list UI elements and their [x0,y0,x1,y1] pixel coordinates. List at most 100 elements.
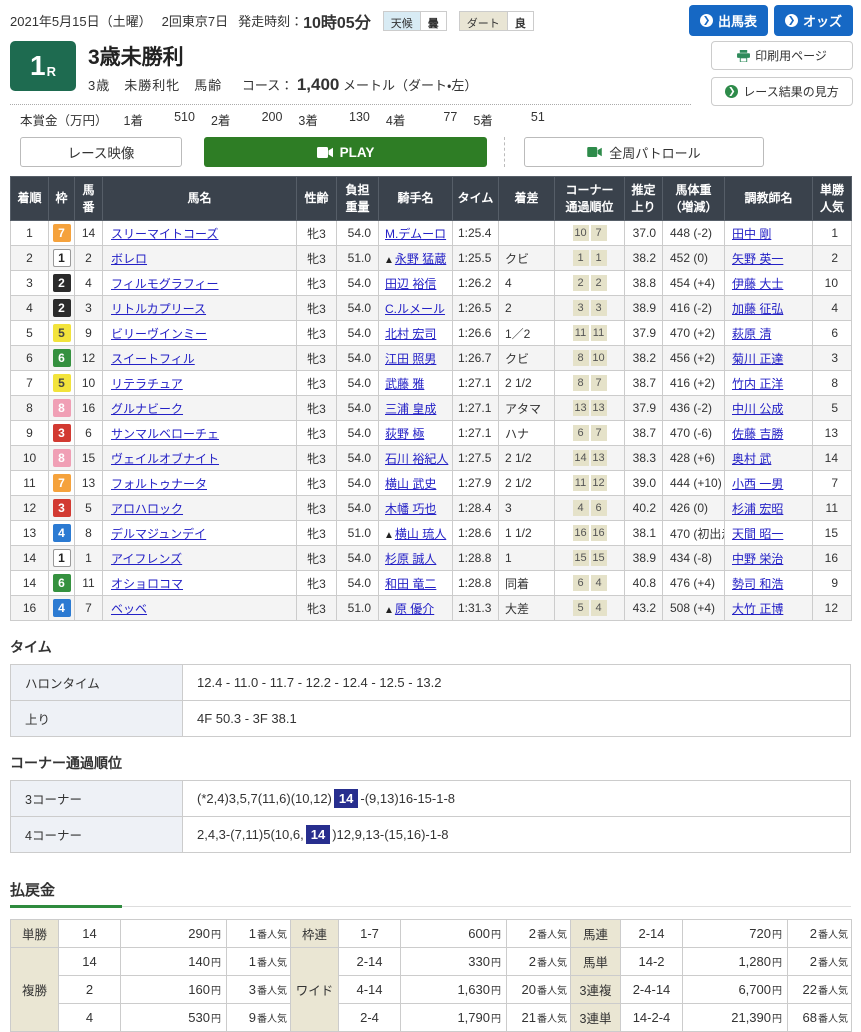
last-3f-time: 38.1 [625,521,663,546]
horse-name-link[interactable]: リテラチュア [111,377,183,391]
jockey-link[interactable]: 石川 裕紀人 [385,452,448,466]
horse-name-link[interactable]: スリーマイトコーズ [111,227,218,241]
margin: 大差 [499,596,555,621]
trainer-link[interactable]: 竹内 正洋 [732,377,783,391]
play-button[interactable]: PLAY [204,137,487,167]
horse-name-link[interactable]: オショロコマ [111,577,183,591]
jockey-link[interactable]: 木幡 巧也 [385,502,436,516]
horse-number: 11 [75,571,103,596]
frame-number-badge: 8 [53,449,71,467]
prize-item: 3着 130 [282,110,369,129]
corner4-position: 10 [591,350,607,366]
jockey-link[interactable]: 原 優介 [395,602,434,616]
corner4-position: 7 [591,225,607,241]
jockey-link[interactable]: 永野 猛蔵 [395,252,446,266]
horse-name-link[interactable]: ベッベ [111,602,147,616]
payout-combination: 14 [59,948,121,976]
finish-time: 1:27.1 [453,421,499,446]
horse-number: 15 [75,446,103,471]
finish-time: 1:27.9 [453,471,499,496]
jockey-link[interactable]: 杉原 誠人 [385,552,436,566]
jockey-link[interactable]: 田辺 裕信 [385,277,436,291]
horse-name-link[interactable]: スイートフィル [111,352,195,366]
horse-name-link[interactable]: フィルモグラフィー [111,277,219,291]
divider [10,906,851,909]
trainer-link[interactable]: 佐藤 吉勝 [732,427,783,441]
horse-name-link[interactable]: デルマジュンデイ [111,527,206,541]
result-row: 14 1 1 アイフレンズ 牝3 54.0 杉原 誠人 1:28.8 1 151… [11,546,852,571]
corner4-position: 7 [591,375,607,391]
trainer-link[interactable]: 杉浦 宏昭 [732,502,783,516]
prize-place: 2着 [211,110,230,129]
trainer-link[interactable]: 大竹 正博 [732,602,783,616]
trainer-link[interactable]: 矢野 英一 [732,252,783,266]
results-header-cell: 推定 上り [625,177,663,221]
jockey-link[interactable]: 横山 武史 [385,477,436,491]
margin: クビ [499,246,555,271]
print-page-button[interactable]: 印刷用ページ [711,41,853,70]
trainer-link[interactable]: 加藤 征弘 [732,302,783,316]
jockey-link[interactable]: 江田 照男 [385,352,436,366]
prize-amount: 510 [143,110,195,129]
horse-name-link[interactable]: アイフレンズ [111,552,182,566]
corner-order-table: 3コーナー (*2,4)3,5,7(11,6)(10,12)14-(9,13)1… [10,780,851,853]
sex-age: 牝3 [297,471,337,496]
payout-table: 単勝 14 290円 1番人気 枠連 1-7 600円 2番人気 馬連 2-14… [10,919,852,1032]
trainer-link[interactable]: 菊川 正達 [732,352,783,366]
jockey-link[interactable]: 横山 琉人 [395,527,446,541]
carried-weight: 54.0 [337,446,379,471]
corner-positions: 1616 [555,521,625,546]
jockey-link[interactable]: C.ルメール [385,302,445,316]
jockey-link[interactable]: 北村 宏司 [385,327,436,341]
entries-button[interactable]: ❯ 出馬表 [689,5,768,36]
odds-button[interactable]: ❯ オッズ [774,5,853,36]
horse-name-link[interactable]: ビリーヴインミー [111,327,207,341]
win-popularity: 14 [813,446,852,471]
last-up-value: 4F 50.3 - 3F 38.1 [183,701,851,737]
trainer-link[interactable]: 伊藤 大士 [732,277,783,291]
jockey-link[interactable]: 武藤 雅 [385,377,424,391]
horse-name-link[interactable]: フォルトゥナータ [111,477,207,491]
corner-positions: 67 [555,421,625,446]
finish-position: 14 [11,571,49,596]
trainer-link[interactable]: 小西 一男 [732,477,783,491]
horse-name-link[interactable]: アロハロック [111,502,183,516]
corner-section-title: コーナー通過順位 [10,753,851,773]
payout-combination: 4 [59,1004,121,1032]
corner4-position: 4 [591,575,607,591]
finish-time: 1:25.5 [453,246,499,271]
horse-name-link[interactable]: グルナビーク [111,402,183,416]
frame-number-badge: 5 [53,324,71,342]
jockey-link[interactable]: 荻野 極 [385,427,424,441]
finish-time: 1:28.4 [453,496,499,521]
result-guide-button[interactable]: ❯ レース結果の見方 [711,77,853,106]
trainer-link[interactable]: 中川 公成 [732,402,783,416]
jockey-link[interactable]: 和田 竜二 [385,577,436,591]
trainer-link[interactable]: 萩原 清 [732,327,771,341]
win-popularity: 15 [813,521,852,546]
trainer-link[interactable]: 中野 栄治 [732,552,783,566]
trainer-link[interactable]: 天間 昭一 [732,527,783,541]
horse-name-link[interactable]: サンマルベローチェ [111,427,219,441]
video-camera-icon [587,147,602,157]
weather-label: 天候 [384,12,420,30]
win-popularity: 4 [813,296,852,321]
payout-popularity: 1番人気 [227,948,291,976]
finish-time: 1:28.8 [453,571,499,596]
jockey-link[interactable]: M.デムーロ [385,227,446,241]
carried-weight: 54.0 [337,321,379,346]
horse-name-link[interactable]: ヴェイルオブナイト [111,452,219,466]
start-time-value: 10時05分 [303,9,371,33]
trainer-link[interactable]: 奥村 武 [732,452,771,466]
horse-body-weight: 426 (0) [663,496,725,521]
horse-name-link[interactable]: ボレロ [111,252,147,266]
race-video-label: レース映像 [20,137,182,167]
result-row: 14 6 11 オショロコマ 牝3 54.0 和田 竜二 1:28.8 同着 6… [11,571,852,596]
patrol-video-button[interactable]: 全周パトロール [524,137,764,167]
horse-name-link[interactable]: リトルカプリース [111,302,206,316]
trainer-link[interactable]: 田中 剛 [732,227,771,241]
horse-number: 12 [75,346,103,371]
trainer-link[interactable]: 勢司 和浩 [732,577,783,591]
corner-positions: 1112 [555,471,625,496]
jockey-link[interactable]: 三浦 皇成 [385,402,436,416]
